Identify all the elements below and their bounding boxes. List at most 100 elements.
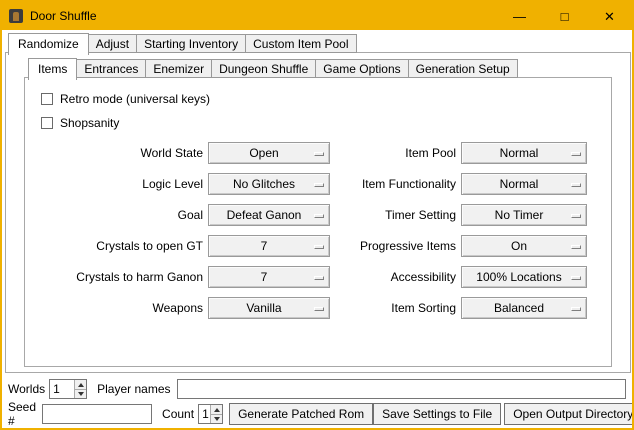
player-names-input[interactable]: [177, 379, 627, 399]
worlds-input[interactable]: [50, 382, 73, 396]
dropdown-indicator-icon: [571, 152, 581, 156]
dropdown-indicator-icon: [314, 183, 324, 187]
world-state-dropdown[interactable]: Open: [208, 142, 330, 164]
timer-setting-dropdown[interactable]: No Timer: [461, 204, 587, 226]
crystals-open-gt-label: Crystals to open GT: [25, 239, 203, 253]
checkbox-shopsanity[interactable]: Shopsanity: [41, 111, 611, 135]
option-row: Crystals to harm Ganon 7 Accessibility 1…: [25, 261, 611, 292]
goal-label: Goal: [25, 208, 203, 222]
inner-tab-bar: Items Entrances Enemizer Dungeon Shuffle…: [28, 57, 517, 78]
tab-items[interactable]: Items: [28, 58, 77, 80]
item-pool-value: Normal: [500, 146, 549, 160]
item-sorting-value: Balanced: [494, 301, 554, 315]
weapons-label: Weapons: [25, 301, 203, 315]
options-grid: World State Open Item Pool Normal Logic …: [25, 137, 611, 323]
weapons-value: Vanilla: [246, 301, 291, 315]
crystals-open-gt-dropdown[interactable]: 7: [208, 235, 330, 257]
spin-up-icon[interactable]: [74, 380, 86, 389]
maximize-icon[interactable]: □: [542, 2, 587, 30]
worlds-label: Worlds: [8, 382, 45, 396]
worlds-spin-arrows: [74, 380, 86, 398]
dropdown-indicator-icon: [571, 183, 581, 187]
window: Door Shuffle — □ ✕ Randomize Adjust Star…: [0, 0, 634, 430]
accessibility-value: 100% Locations: [476, 270, 571, 284]
count-label: Count: [162, 407, 194, 421]
accessibility-dropdown[interactable]: 100% Locations: [461, 266, 587, 288]
logic-level-dropdown[interactable]: No Glitches: [208, 173, 330, 195]
item-functionality-label: Item Functionality: [330, 177, 456, 191]
seed-row: Seed # Count Generate Patched Rom Save S…: [8, 403, 626, 425]
count-spin-arrows: [210, 405, 222, 423]
titlebar[interactable]: Door Shuffle — □ ✕: [2, 2, 632, 30]
seed-input[interactable]: [42, 404, 152, 424]
option-row: World State Open Item Pool Normal: [25, 137, 611, 168]
tab-custom-item-pool[interactable]: Custom Item Pool: [245, 34, 356, 53]
crystals-harm-ganon-label: Crystals to harm Ganon: [25, 270, 203, 284]
tab-generation-setup[interactable]: Generation Setup: [408, 59, 518, 78]
checkbox-retro-mode[interactable]: Retro mode (universal keys): [41, 87, 611, 111]
retro-mode-checkbox-box[interactable]: [41, 93, 53, 105]
crystals-harm-ganon-value: 7: [261, 270, 278, 284]
app-icon: [9, 9, 23, 23]
item-sorting-dropdown[interactable]: Balanced: [461, 297, 587, 319]
items-pane: Retro mode (universal keys) Shopsanity W…: [24, 77, 612, 367]
close-icon[interactable]: ✕: [587, 2, 632, 30]
shopsanity-checkbox-box[interactable]: [41, 117, 53, 129]
item-pool-dropdown[interactable]: Normal: [461, 142, 587, 164]
tab-randomize[interactable]: Randomize: [8, 33, 89, 55]
item-functionality-value: Normal: [500, 177, 549, 191]
option-row: Logic Level No Glitches Item Functionali…: [25, 168, 611, 199]
worlds-row: Worlds Player names: [8, 378, 626, 400]
tab-enemizer[interactable]: Enemizer: [145, 59, 212, 78]
retro-mode-label: Retro mode (universal keys): [60, 92, 210, 106]
world-state-label: World State: [25, 146, 203, 160]
generate-patched-rom-button[interactable]: Generate Patched Rom: [229, 403, 373, 425]
dropdown-indicator-icon: [571, 307, 581, 311]
tab-entrances[interactable]: Entrances: [76, 59, 146, 78]
logic-level-value: No Glitches: [233, 177, 305, 191]
spin-up-icon[interactable]: [210, 405, 222, 414]
dropdown-indicator-icon: [571, 245, 581, 249]
item-sorting-label: Item Sorting: [330, 301, 456, 315]
timer-setting-value: No Timer: [495, 208, 554, 222]
accessibility-label: Accessibility: [330, 270, 456, 284]
shopsanity-label: Shopsanity: [60, 116, 119, 130]
tab-dungeon-shuffle[interactable]: Dungeon Shuffle: [211, 59, 316, 78]
dropdown-indicator-icon: [314, 214, 324, 218]
weapons-dropdown[interactable]: Vanilla: [208, 297, 330, 319]
tab-adjust[interactable]: Adjust: [88, 34, 137, 53]
dropdown-indicator-icon: [571, 276, 581, 280]
tab-game-options[interactable]: Game Options: [315, 59, 408, 78]
dropdown-indicator-icon: [314, 307, 324, 311]
outer-tab-bar: Randomize Adjust Starting Inventory Cust…: [8, 32, 356, 53]
worlds-spinbox[interactable]: [49, 379, 87, 399]
item-pool-label: Item Pool: [330, 146, 456, 160]
progressive-items-label: Progressive Items: [330, 239, 456, 253]
option-row: Goal Defeat Ganon Timer Setting No Timer: [25, 199, 611, 230]
timer-setting-label: Timer Setting: [330, 208, 456, 222]
world-state-value: Open: [249, 146, 288, 160]
player-names-label: Player names: [97, 382, 170, 396]
goal-value: Defeat Ganon: [227, 208, 312, 222]
spin-down-icon[interactable]: [210, 414, 222, 423]
goal-dropdown[interactable]: Defeat Ganon: [208, 204, 330, 226]
progressive-items-dropdown[interactable]: On: [461, 235, 587, 257]
item-functionality-dropdown[interactable]: Normal: [461, 173, 587, 195]
window-title: Door Shuffle: [30, 9, 97, 23]
option-row: Weapons Vanilla Item Sorting Balanced: [25, 292, 611, 323]
crystals-open-gt-value: 7: [261, 239, 278, 253]
minimize-icon[interactable]: —: [497, 2, 542, 30]
checkbox-group: Retro mode (universal keys) Shopsanity: [25, 78, 611, 135]
progressive-items-value: On: [511, 239, 537, 253]
spin-down-icon[interactable]: [74, 389, 86, 398]
open-output-directory-button[interactable]: Open Output Directory: [504, 403, 634, 425]
crystals-harm-ganon-dropdown[interactable]: 7: [208, 266, 330, 288]
count-spinbox[interactable]: [198, 404, 223, 424]
window-controls: — □ ✕: [497, 2, 632, 30]
save-settings-button[interactable]: Save Settings to File: [373, 403, 501, 425]
tab-starting-inventory[interactable]: Starting Inventory: [136, 34, 246, 53]
dropdown-indicator-icon: [571, 214, 581, 218]
option-row: Crystals to open GT 7 Progressive Items …: [25, 230, 611, 261]
logic-level-label: Logic Level: [25, 177, 203, 191]
dropdown-indicator-icon: [314, 152, 324, 156]
